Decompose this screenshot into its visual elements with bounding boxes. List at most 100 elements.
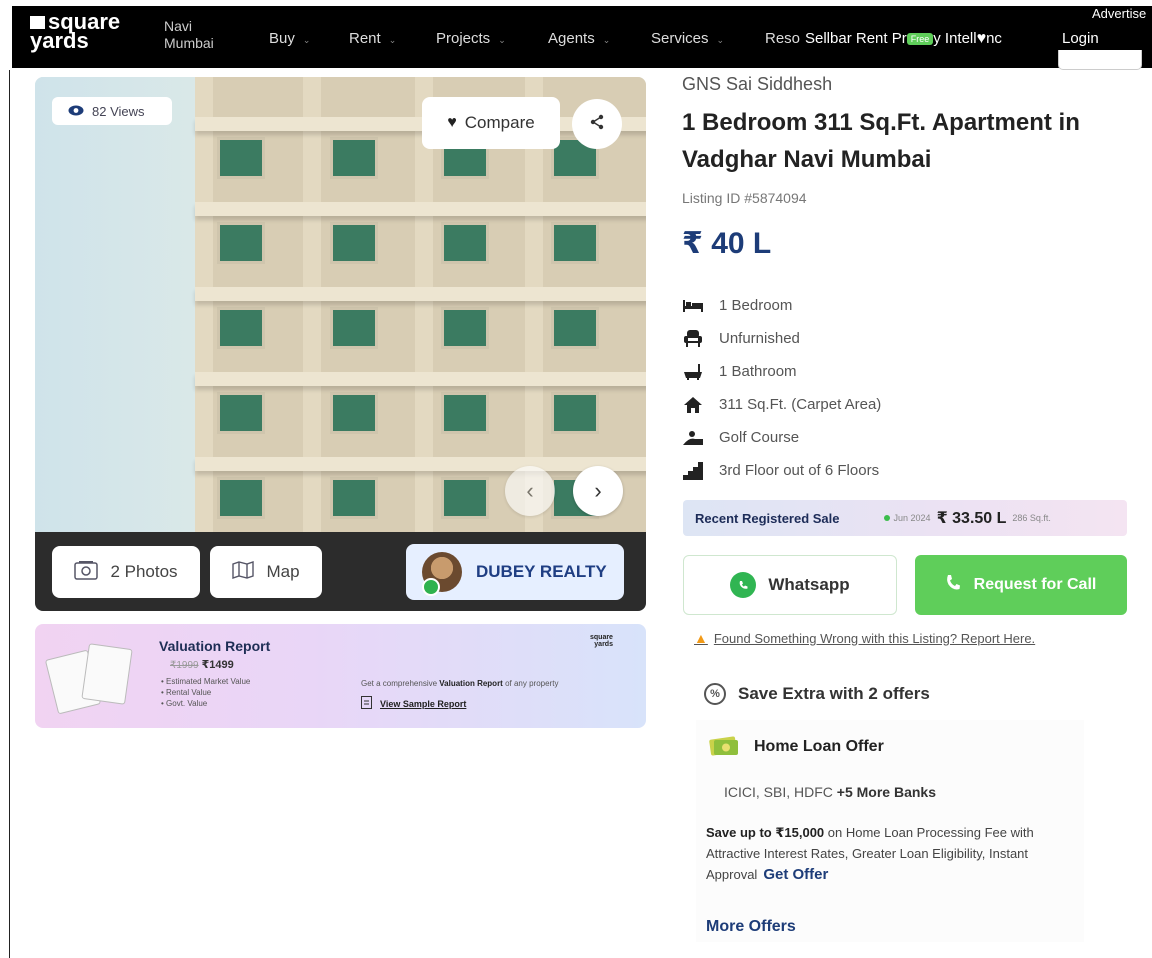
share-icon [589, 114, 605, 135]
offers-heading: % Save Extra with 2 offers [704, 683, 930, 705]
photo-window [441, 222, 489, 264]
percent-badge-icon: % [704, 683, 726, 705]
compare-button[interactable]: ♥ Compare [422, 97, 560, 149]
loan-offer-description: Save up to ₹15,000 on Home Loan Processi… [706, 825, 1034, 883]
eye-icon [68, 104, 84, 119]
photo-window [441, 477, 489, 519]
photo-floor-slab [195, 372, 646, 386]
top-navigation: square yards Navi Mumbai Buy ⌄ Rent ⌄ Proj… [12, 6, 1152, 68]
listing-id: Listing ID #5874094 [682, 190, 807, 206]
report-card [81, 643, 133, 705]
property-specs: 1 Bedroom Unfurnished 1 Bathroom 311 Sq.… [683, 289, 881, 487]
document-icon [361, 696, 372, 711]
spec-area: 311 Sq.Ft. (Carpet Area) [683, 388, 881, 421]
get-offer-link[interactable]: Get Offer [763, 866, 828, 883]
photo-window [441, 392, 489, 434]
chevron-down-icon: ⌄ [388, 35, 397, 45]
whatsapp-icon [730, 572, 757, 598]
listing-title: 1 Bedroom 311 Sq.Ft. Apartment in Vadgha… [682, 109, 1080, 173]
valuation-features: Estimated Market Value Rental Value Govt… [161, 676, 250, 709]
photo-window [441, 307, 489, 349]
spec-amenity: Golf Course [683, 421, 881, 454]
spec-furnishing: Unfurnished [683, 322, 881, 355]
nav-buy[interactable]: Buy ⌄ [269, 30, 310, 47]
photo-window [551, 307, 599, 349]
request-call-button[interactable]: Request for Call [915, 555, 1127, 615]
chair-icon [683, 330, 703, 348]
chevron-down-icon: ⌄ [498, 35, 506, 45]
share-button[interactable] [572, 99, 622, 149]
golf-icon [683, 429, 703, 447]
page-left-border [9, 70, 10, 958]
photos-button[interactable]: 2 Photos [52, 546, 200, 598]
spec-bedrooms: 1 Bedroom [683, 289, 881, 322]
map-icon [232, 560, 255, 584]
more-offers-link[interactable]: More Offers [706, 918, 796, 936]
square-yards-small-logo: square yards [590, 634, 613, 648]
photo-window [551, 392, 599, 434]
report-listing-link[interactable]: ▲ Found Something Wrong with this Listin… [694, 630, 1035, 646]
photo-floor-slab [195, 202, 646, 216]
heart-icon: ♥ [976, 30, 987, 47]
heart-icon: ♥ [447, 114, 457, 131]
spec-floor: 3rd Floor out of 6 Floors [683, 454, 881, 487]
advertise-link[interactable]: Advertise [1092, 6, 1146, 21]
money-icon [708, 732, 740, 758]
photo-window [330, 477, 378, 519]
agent-button[interactable]: DUBEY REALTY [406, 544, 624, 600]
advertise-box[interactable] [1058, 50, 1142, 70]
valuation-price: ₹1999 ₹1499 [170, 659, 234, 671]
sell-rent-property-link[interactable]: Sellbar Rent Pr Free y Intell♥nc [805, 30, 1002, 48]
whatsapp-icon [422, 578, 440, 596]
home-icon [683, 396, 703, 414]
square-yards-logo[interactable]: square yards [30, 11, 120, 52]
chevron-down-icon: ⌄ [602, 35, 611, 45]
login-link[interactable]: Login [1062, 30, 1099, 47]
warning-icon: ▲ [694, 630, 708, 646]
photo-window [217, 307, 265, 349]
photo-window [217, 392, 265, 434]
whatsapp-button[interactable]: Whatsapp [683, 555, 897, 615]
phone-icon [946, 574, 960, 596]
listing-price: ₹ 40 L [682, 227, 772, 260]
photo-floor-slab [195, 457, 646, 471]
city-selector[interactable]: Navi Mumbai [164, 18, 214, 52]
photo-window [551, 222, 599, 264]
map-button[interactable]: Map [210, 546, 322, 598]
nav-resources[interactable]: Reso [765, 30, 800, 47]
gallery-next-button[interactable]: › [573, 466, 623, 516]
nav-services[interactable]: Services ⌄ [651, 30, 724, 47]
photo-window [217, 137, 265, 179]
photo-window [217, 477, 265, 519]
nav-rent[interactable]: Rent ⌄ [349, 30, 396, 47]
status-dot [883, 515, 890, 521]
stairs-icon [683, 461, 703, 480]
valuation-description: Get a comprehensive Valuation Report of … [361, 679, 559, 688]
chevron-right-icon: › [594, 478, 602, 503]
partner-banks: ICICI, SBI, HDFC +5 More Banks [724, 784, 937, 800]
chevron-left-icon: ‹ [526, 478, 534, 503]
nav-projects[interactable]: Projects ⌄ [436, 30, 506, 47]
valuation-report-banner[interactable]: Valuation Report ₹1999₹1499 Estimated Ma… [35, 624, 646, 728]
photo-window [330, 392, 378, 434]
photo-window [330, 307, 378, 349]
view-sample-report-link[interactable]: View Sample Report [361, 696, 466, 711]
photo-window [330, 222, 378, 264]
nav-agents[interactable]: Agents ⌄ [548, 30, 610, 47]
chevron-down-icon: ⌄ [716, 35, 725, 45]
photo-icon [74, 560, 99, 585]
gallery-prev-button[interactable]: ‹ [505, 466, 555, 516]
photo-floor-slab [195, 287, 646, 301]
chevron-down-icon: ⌄ [302, 35, 311, 45]
bed-icon [683, 297, 703, 315]
bathtub-icon [683, 363, 703, 381]
property-gallery[interactable]: 82 Views ♥ Compare ‹ › 2 Photos Map DUBE… [35, 77, 646, 611]
project-name[interactable]: GNS Sai Siddhesh [682, 74, 832, 95]
photo-window [217, 222, 265, 264]
recent-registered-sale[interactable]: Recent Registered Sale Jun 2024 ₹ 33.50 … [683, 500, 1127, 536]
views-badge: 82 Views [52, 97, 172, 125]
home-loan-offer-card: Home Loan Offer ICICI, SBI, HDFC +5 More… [696, 720, 1084, 942]
photo-window [330, 137, 378, 179]
report-documents-icon [44, 638, 135, 715]
free-badge: Free [906, 33, 934, 46]
